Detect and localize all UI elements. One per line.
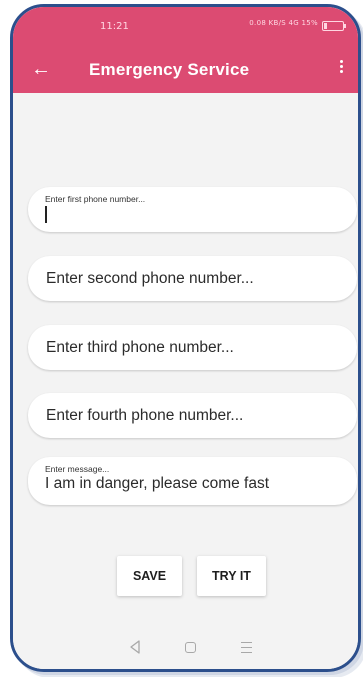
nav-back-icon[interactable] xyxy=(129,640,141,654)
first-phone-field[interactable]: Enter first phone number... xyxy=(28,187,357,232)
status-time: 11:21 xyxy=(100,21,129,32)
fourth-phone-field[interactable]: Enter fourth phone number... xyxy=(28,393,357,438)
nav-menu-icon[interactable] xyxy=(241,642,252,653)
status-indicators: 0.08 KB/S 4G 15% xyxy=(249,19,318,27)
app-title: Emergency Service xyxy=(89,60,250,79)
message-value: I am in danger, please come fast xyxy=(45,475,270,492)
more-vertical-icon[interactable] xyxy=(338,58,344,80)
message-label: Enter message... xyxy=(45,464,110,474)
third-phone-field[interactable]: Enter third phone number... xyxy=(28,325,357,370)
arrow-left-icon[interactable]: ← xyxy=(31,57,51,81)
app-bar: ← Emergency Service xyxy=(13,47,358,93)
battery-low-icon xyxy=(322,21,346,31)
form-content: Enter first phone number... Enter second… xyxy=(13,93,358,643)
phone-frame: 11:21 0.08 KB/S 4G 15% ← Emergency Servi… xyxy=(10,4,361,672)
second-phone-field[interactable]: Enter second phone number... xyxy=(28,256,357,301)
save-button[interactable]: SAVE xyxy=(117,556,182,596)
system-nav-bar xyxy=(13,631,358,669)
status-bar: 11:21 0.08 KB/S 4G 15% xyxy=(13,7,358,47)
message-field[interactable]: Enter message... I am in danger, please … xyxy=(28,457,357,505)
nav-home-icon[interactable] xyxy=(185,642,196,653)
try-it-button[interactable]: TRY IT xyxy=(197,556,266,596)
